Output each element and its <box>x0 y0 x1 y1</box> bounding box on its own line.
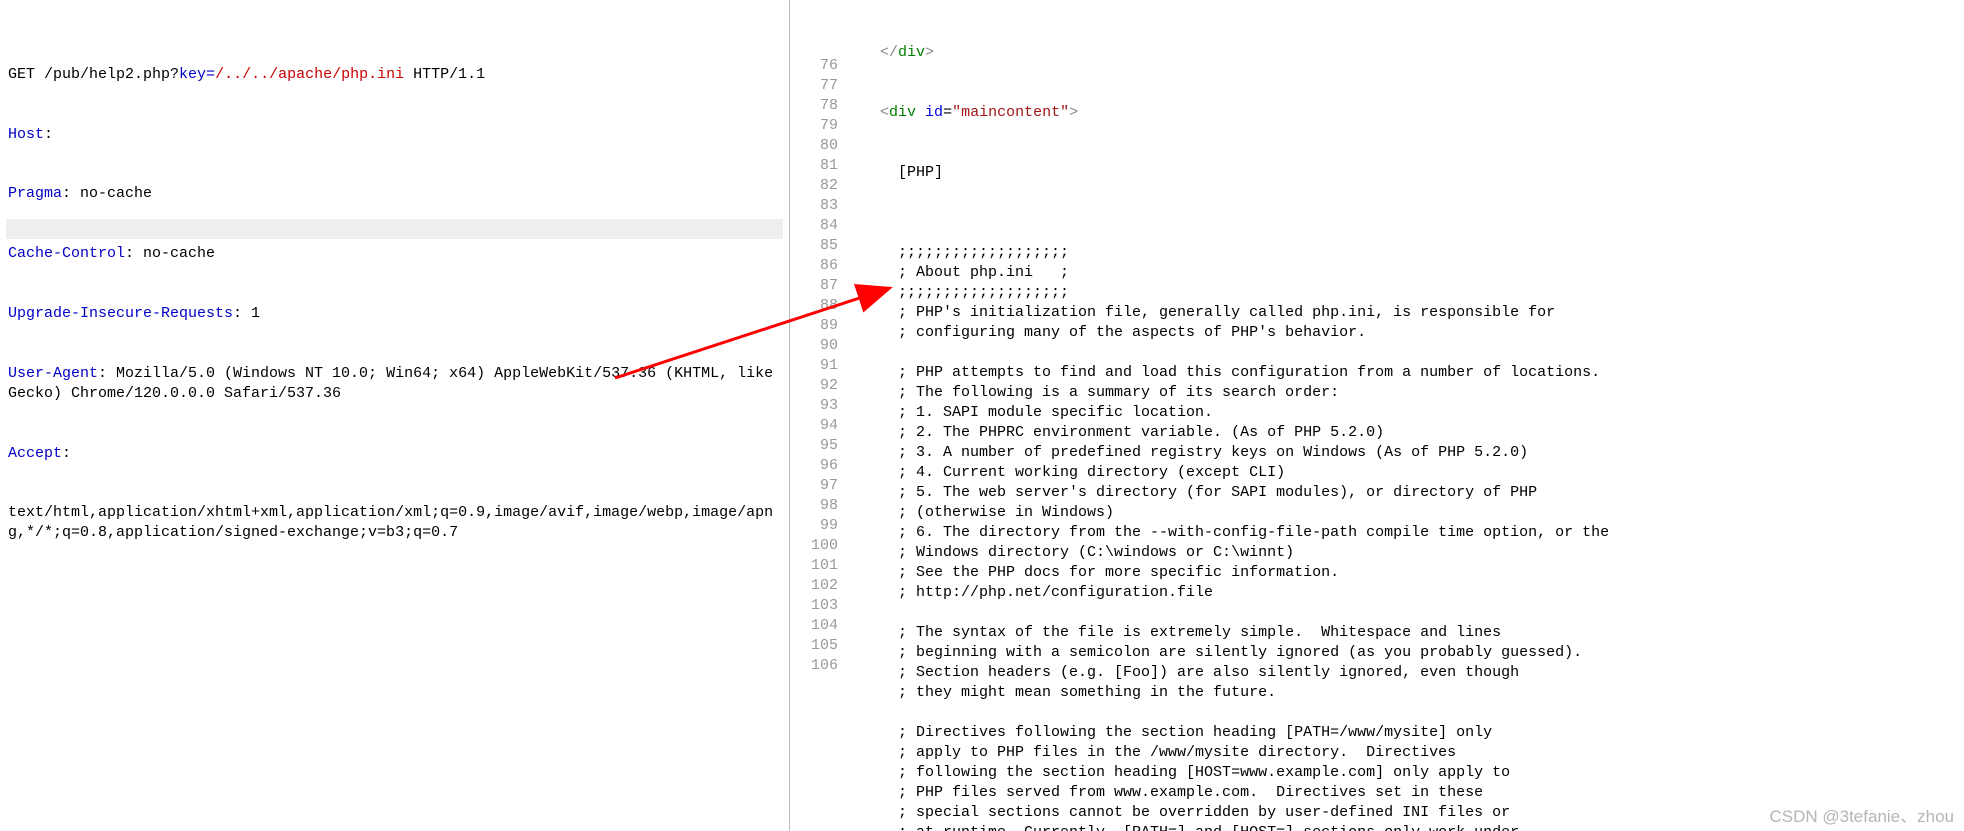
code-line: ; beginning with a semicolon are silentl… <box>844 643 1964 663</box>
pragma-header: Pragma: no-cache <box>8 184 781 204</box>
line-number: 91 <box>790 356 838 376</box>
split-view: GET /pub/help2.php?key=/../../apache/php… <box>0 0 1964 831</box>
line-number: 76 <box>790 56 838 76</box>
line-number: 99 <box>790 516 838 536</box>
line-number: 96 <box>790 456 838 476</box>
line-number: 90 <box>790 336 838 356</box>
code-line <box>844 223 1964 243</box>
code-line: ; 1. SAPI module specific location. <box>844 403 1964 423</box>
line-number: 87 <box>790 276 838 296</box>
line-number: 102 <box>790 576 838 596</box>
code-line: ; PHP files served from www.example.com.… <box>844 783 1964 803</box>
line-number: 80 <box>790 136 838 156</box>
cursor-line-highlight <box>6 219 783 239</box>
line-gutter: 7677787980818283848586878889909192939495… <box>790 0 844 831</box>
line-number: 81 <box>790 156 838 176</box>
host-header: Host: <box>8 125 781 145</box>
code-line <box>844 603 1964 623</box>
code-line: ; at runtime. Currently, [PATH=] and [HO… <box>844 823 1964 831</box>
line-number: 86 <box>790 256 838 276</box>
line-number: 101 <box>790 556 838 576</box>
line-number: 82 <box>790 176 838 196</box>
code-line: ; they might mean something in the futur… <box>844 683 1964 703</box>
line-number: 105 <box>790 636 838 656</box>
line-number: 93 <box>790 396 838 416</box>
php-marker: [PHP] <box>844 163 1964 183</box>
html-open-div: <div id="maincontent"> <box>844 103 1964 123</box>
code-line: ; http://php.net/configuration.file <box>844 583 1964 603</box>
request-line: GET /pub/help2.php?key=/../../apache/php… <box>8 65 781 85</box>
response-pane[interactable]: 7677787980818283848586878889909192939495… <box>790 0 1964 831</box>
code-line: ; Windows directory (C:\windows or C:\wi… <box>844 543 1964 563</box>
request-pane[interactable]: GET /pub/help2.php?key=/../../apache/php… <box>0 0 790 831</box>
accept-value: text/html,application/xhtml+xml,applicat… <box>8 503 781 543</box>
code-line: ; configuring many of the aspects of PHP… <box>844 323 1964 343</box>
code-line: ; 2. The PHPRC environment variable. (As… <box>844 423 1964 443</box>
line-number: 85 <box>790 236 838 256</box>
html-close-div: </div> <box>844 43 1964 63</box>
code-line: ; apply to PHP files in the /www/mysite … <box>844 743 1964 763</box>
code-line: ; See the PHP docs for more specific inf… <box>844 563 1964 583</box>
line-number: 106 <box>790 656 838 676</box>
line-number: 94 <box>790 416 838 436</box>
code-area[interactable]: </div> <div id="maincontent"> [PHP] ;;;;… <box>844 0 1964 831</box>
line-number: 104 <box>790 616 838 636</box>
line-number: 78 <box>790 96 838 116</box>
cache-control-header: Cache-Control: no-cache <box>8 244 781 264</box>
line-number: 95 <box>790 436 838 456</box>
code-line: ; Section headers (e.g. [Foo]) are also … <box>844 663 1964 683</box>
code-line: ;;;;;;;;;;;;;;;;;;; <box>844 283 1964 303</box>
code-line: ; 5. The web server's directory (for SAP… <box>844 483 1964 503</box>
code-line: ; 3. A number of predefined registry key… <box>844 443 1964 463</box>
line-number: 98 <box>790 496 838 516</box>
line-number: 88 <box>790 296 838 316</box>
code-line: ; About php.ini ; <box>844 263 1964 283</box>
line-number: 92 <box>790 376 838 396</box>
code-line <box>844 703 1964 723</box>
code-line: ; 4. Current working directory (except C… <box>844 463 1964 483</box>
code-line: ; PHP attempts to find and load this con… <box>844 363 1964 383</box>
line-number: 83 <box>790 196 838 216</box>
upgrade-header: Upgrade-Insecure-Requests: 1 <box>8 304 781 324</box>
code-line: ; (otherwise in Windows) <box>844 503 1964 523</box>
line-number: 100 <box>790 536 838 556</box>
line-number: 84 <box>790 216 838 236</box>
ua-header: User-Agent: Mozilla/5.0 (Windows NT 10.0… <box>8 364 781 404</box>
line-number: 79 <box>790 116 838 136</box>
code-line: ; PHP's initialization file, generally c… <box>844 303 1964 323</box>
code-line: ; Directives following the section headi… <box>844 723 1964 743</box>
line-number: 103 <box>790 596 838 616</box>
code-line: ; The following is a summary of its sear… <box>844 383 1964 403</box>
line-number: 89 <box>790 316 838 336</box>
line-number: 97 <box>790 476 838 496</box>
code-line: ; 6. The directory from the --with-confi… <box>844 523 1964 543</box>
code-line: ; special sections cannot be overridden … <box>844 803 1964 823</box>
code-line <box>844 343 1964 363</box>
code-line: ; following the section heading [HOST=ww… <box>844 763 1964 783</box>
code-line: ; The syntax of the file is extremely si… <box>844 623 1964 643</box>
line-number: 77 <box>790 76 838 96</box>
code-line: ;;;;;;;;;;;;;;;;;;; <box>844 243 1964 263</box>
accept-header: Accept: <box>8 444 781 464</box>
